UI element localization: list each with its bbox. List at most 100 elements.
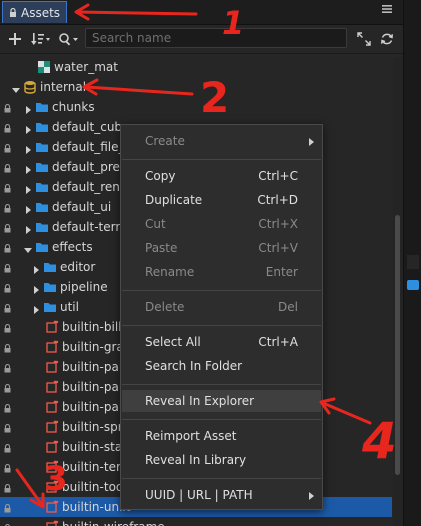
assets-toolbar [0,25,403,54]
menu-separator [122,478,321,479]
lock-icon [4,242,11,253]
folder-icon [35,160,49,174]
lock-icon [10,7,16,17]
effect-icon [45,420,59,434]
scrollbar-thumb[interactable] [395,215,400,475]
menu-item-shortcut: Ctrl+C [258,169,298,183]
chevron-right-icon[interactable] [32,303,40,314]
menu-separator [122,419,321,420]
tree-item-label: water_mat [54,60,118,74]
submenu-arrow-icon [309,492,314,500]
effect-icon [45,480,59,494]
tab-assets[interactable]: Assets [2,1,68,23]
lock-icon [4,282,11,293]
menu-item-reimport-asset[interactable]: Reimport Asset [122,425,321,447]
chevron-down-icon[interactable] [24,243,32,253]
effect-icon [45,440,59,454]
hamburger-icon[interactable] [379,3,395,19]
chevron-right-icon[interactable] [24,143,32,154]
tree-item-label: internal [40,80,87,94]
lock-icon [4,382,11,393]
menu-item-shortcut: Ctrl+D [257,193,298,207]
adjacent-panel-edge [403,0,421,526]
effect-icon [45,320,59,334]
chevron-right-icon[interactable] [32,283,40,294]
refresh-icon[interactable] [378,29,396,49]
lock-icon [4,302,11,313]
lock-icon [4,462,11,473]
menu-item-label: Search In Folder [145,359,243,373]
tree-item-label: util [60,300,79,314]
menu-item-create[interactable]: Create [122,130,321,152]
chevron-down-icon[interactable] [12,83,20,93]
database-icon [23,80,37,94]
menu-item-shortcut: Ctrl+X [258,217,298,231]
context-menu: Create Copy Ctrl+C Duplicate Ctrl+D Cut Ctrl+X… [120,124,323,510]
folder-icon [35,180,49,194]
search-filter-icon[interactable] [57,29,81,49]
menu-item-shortcut: Enter [265,265,298,279]
folder-icon [35,200,49,214]
tree-item-label: default_ui [52,200,112,214]
lock-icon [4,502,11,513]
menu-item-delete[interactable]: Delete Del [122,296,321,318]
menu-item-reveal-in-library[interactable]: Reveal In Library [122,449,321,471]
chevron-right-icon[interactable] [24,223,32,234]
lock-icon [4,122,11,133]
menu-separator [122,384,321,385]
chevron-right-icon[interactable] [32,263,40,274]
menu-item-label: Select All [145,335,201,349]
menu-item-select-all[interactable]: Select All Ctrl+A [122,331,321,353]
menu-item-copy[interactable]: Copy Ctrl+C [122,165,321,187]
chevron-right-icon[interactable] [24,163,32,174]
folder-icon [43,300,57,314]
menu-item-duplicate[interactable]: Duplicate Ctrl+D [122,189,321,211]
search-input[interactable] [85,28,347,48]
effect-icon [45,360,59,374]
menu-item-cut[interactable]: Cut Ctrl+X [122,213,321,235]
chevron-right-icon[interactable] [24,103,32,114]
menu-item-label: Rename [145,265,195,279]
menu-item-label: Reveal In Library [145,453,247,467]
lock-icon [4,102,11,113]
effect-icon [45,400,59,414]
menu-item-label: Create [145,134,185,148]
tree-item-label: pipeline [60,280,108,294]
tree-row[interactable]: water_mat [0,57,392,77]
chevron-right-icon[interactable] [24,123,32,134]
collapsed-panel-tab[interactable] [407,255,419,269]
tree-item-label: builtin-wireframe [62,520,165,526]
lock-icon [4,482,11,493]
menu-item-reveal-in-explorer[interactable]: Reveal In Explorer [122,390,321,412]
menu-item-uuid-url-path[interactable]: UUID | URL | PATH [122,484,321,506]
menu-item-shortcut: Ctrl+V [258,241,298,255]
lock-icon [4,262,11,273]
collapsed-panel-accent [407,280,419,290]
expand-collapse-icon[interactable] [355,29,373,49]
tab-bar: Assets [0,0,403,25]
folder-icon [35,100,49,114]
folder-icon [35,140,49,154]
effect-icon [45,520,59,526]
menu-separator [122,325,321,326]
menu-item-search-in-folder[interactable]: Search In Folder [122,355,321,377]
menu-item-label: Delete [145,300,185,314]
lock-icon [4,322,11,333]
menu-item-rename[interactable]: Rename Enter [122,261,321,283]
menu-item-paste[interactable]: Paste Ctrl+V [122,237,321,259]
tree-row[interactable]: internal [0,77,392,97]
menu-item-shortcut: Del [278,300,298,314]
chevron-right-icon[interactable] [24,183,32,194]
add-icon[interactable] [7,29,23,49]
submenu-arrow-icon [309,138,314,146]
lock-icon [4,422,11,433]
effect-icon [45,340,59,354]
effect-icon [45,460,59,474]
sort-icon[interactable] [30,29,52,49]
tree-row[interactable]: builtin-wireframe [0,517,392,526]
folder-icon [43,260,57,274]
material-icon [37,60,51,74]
folder-icon [35,220,49,234]
tree-row[interactable]: chunks [0,97,392,117]
chevron-right-icon[interactable] [24,203,32,214]
